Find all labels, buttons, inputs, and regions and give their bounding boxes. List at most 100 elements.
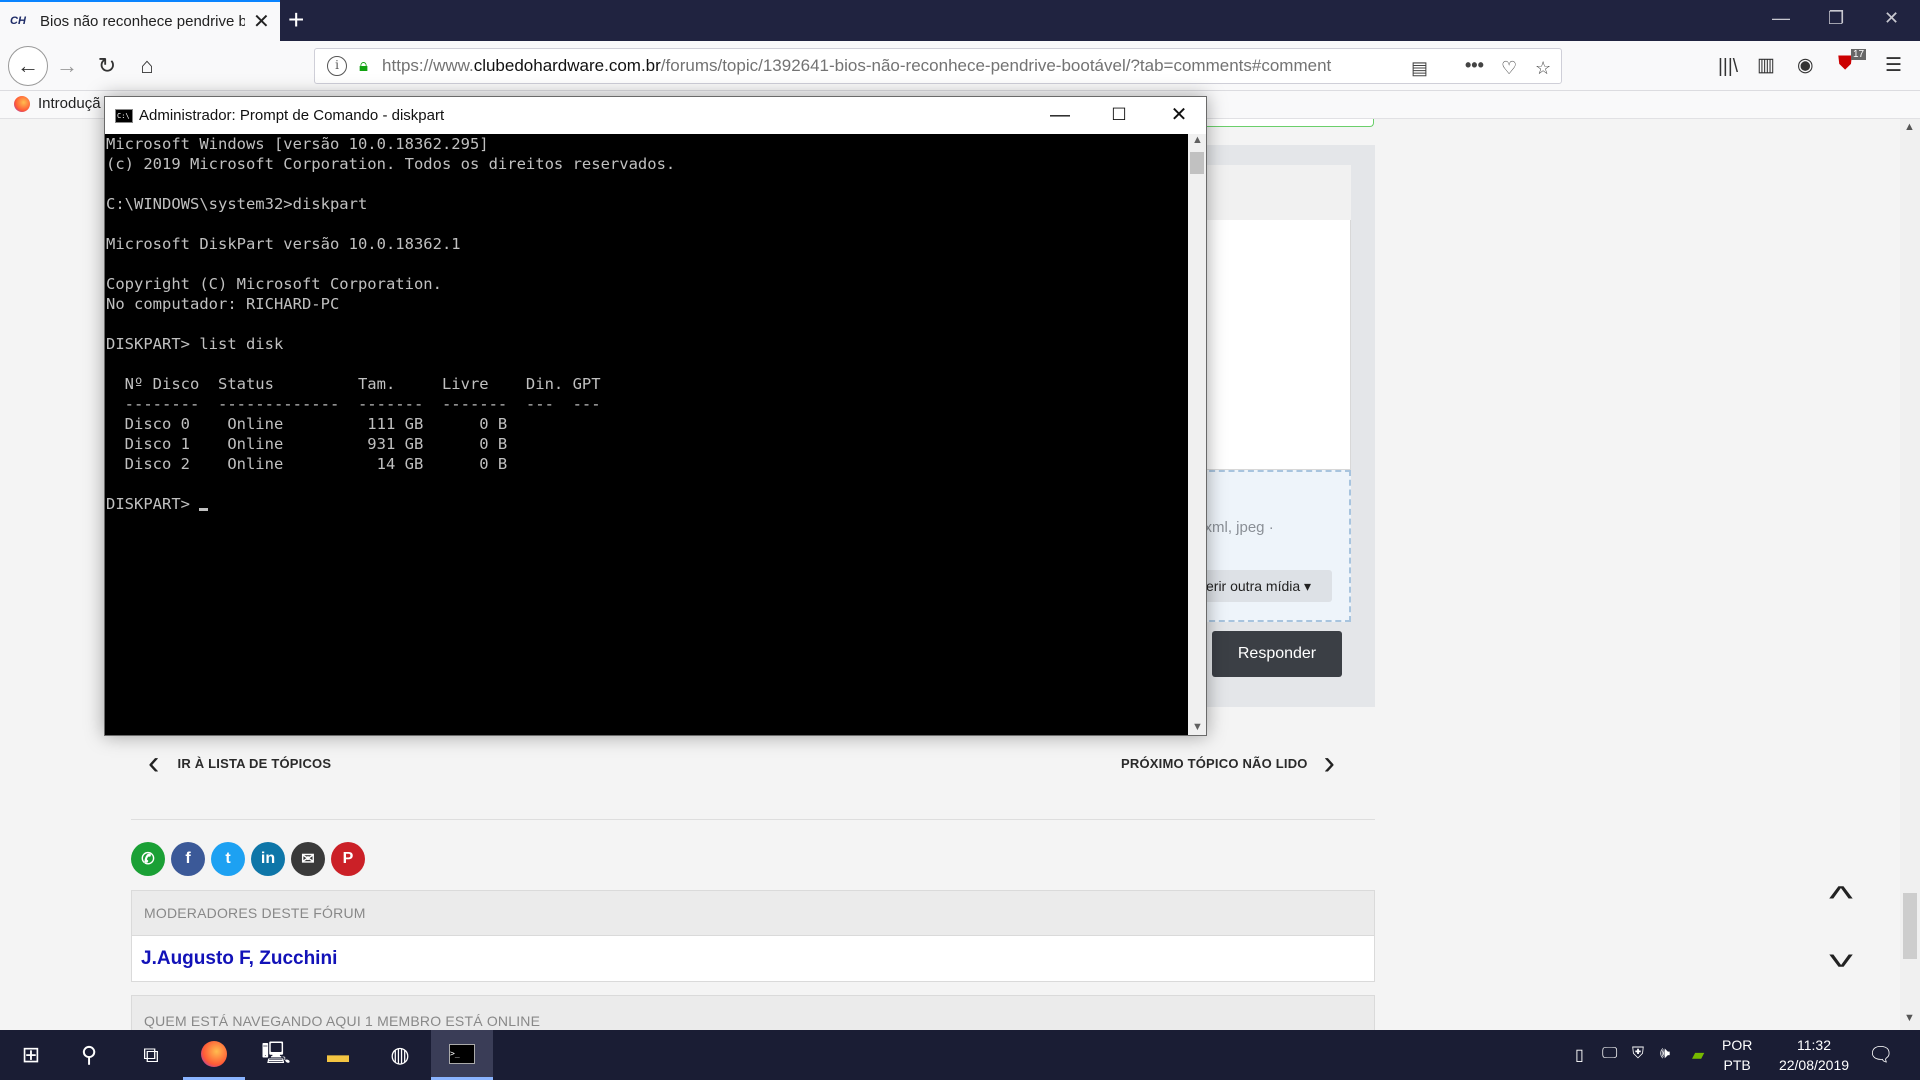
twitter-share-icon[interactable]: t: [211, 842, 245, 876]
taskbar-steam[interactable]: ◍: [369, 1030, 431, 1080]
folder-icon: ▬: [327, 1042, 349, 1067]
cmd-minimize-button[interactable]: —: [1035, 101, 1085, 131]
chevron-left-icon: ‹: [148, 744, 160, 782]
scroll-down-icon[interactable]: ▼: [1192, 721, 1203, 733]
divider: [131, 819, 1375, 820]
arrow-right-icon: →: [56, 53, 78, 78]
reply-button[interactable]: Responder: [1212, 631, 1342, 677]
taskbar-command-prompt[interactable]: >_: [431, 1030, 493, 1080]
task-view-button[interactable]: ⧉: [120, 1030, 182, 1080]
close-browser-icon[interactable]: ✕: [1884, 8, 1899, 29]
moderators-header: MODERADORES DESTE FÓRUM: [132, 891, 1374, 936]
url-path: /forums/topic/1392641-bios-não-reconhece…: [660, 56, 1332, 75]
cmd-close-button[interactable]: ✕: [1154, 101, 1204, 131]
taskbar-firefox[interactable]: [183, 1030, 245, 1080]
reload-icon: ↻: [97, 53, 117, 78]
scroll-to-top-icon[interactable]: ^: [1829, 880, 1853, 919]
cmd-window-title: Administrador: Prompt de Comando - diskp…: [139, 107, 445, 124]
windows-logo-icon: ⊞: [21, 1042, 41, 1067]
more-actions-icon[interactable]: •••: [1465, 55, 1484, 76]
back-to-topics-label: IR À LISTA DE TÓPICOS: [177, 755, 332, 771]
console-output[interactable]: Microsoft Windows [versão 10.0.18362.295…: [105, 134, 1188, 735]
clock-date: 22/08/2019: [1778, 1057, 1850, 1073]
scroll-up-icon[interactable]: ▲: [1904, 121, 1915, 133]
scroll-down-icon[interactable]: ▼: [1904, 1012, 1915, 1024]
site-info-icon[interactable]: i: [327, 56, 347, 76]
cmd-scrollbar[interactable]: ▲ ▼: [1188, 134, 1206, 735]
browser-tab-bar: CH Bios não reconhece pendrive b ✕ + — ❐…: [0, 0, 1920, 41]
search-button[interactable]: ⚲: [58, 1030, 120, 1080]
nvidia-icon[interactable]: ▰: [1692, 1045, 1704, 1065]
input-language[interactable]: POR PTB: [1722, 1035, 1752, 1075]
scroll-to-bottom-icon[interactable]: ^: [1829, 934, 1853, 973]
start-button[interactable]: ⊞: [0, 1030, 62, 1080]
next-unread-topic-link[interactable]: PRÓXIMO TÓPICO NÃO LIDO ›: [1121, 744, 1336, 782]
facebook-share-icon[interactable]: f: [171, 842, 205, 876]
forward-button[interactable]: →: [50, 49, 84, 83]
insert-media-button[interactable]: erir outra mídia ▾: [1200, 570, 1332, 602]
scroll-up-icon[interactable]: ▲: [1192, 134, 1203, 146]
console-line: Disco 0 Online 111 GB 0 B: [106, 415, 508, 433]
reader-view-icon[interactable]: ▤: [1411, 58, 1428, 79]
network-icon[interactable]: 🖵: [1602, 1045, 1617, 1063]
reload-button[interactable]: ↻: [90, 49, 124, 83]
firefox-icon: [14, 95, 30, 112]
page-scrollbar[interactable]: ▲ ▼: [1900, 119, 1920, 1030]
url-text[interactable]: https://www.clubedohardware.com.br/forum…: [382, 56, 1372, 76]
console-line: Disco 2 Online 14 GB 0 B: [106, 455, 508, 473]
email-share-icon[interactable]: ✉: [291, 842, 325, 876]
console-line: -------- ------------- ------- ------- -…: [106, 395, 601, 413]
moderator-link[interactable]: Zucchini: [259, 948, 337, 969]
restore-browser-icon[interactable]: ❐: [1828, 8, 1844, 29]
cmd-app-icon: C:\: [115, 109, 133, 123]
minimize-browser-icon[interactable]: —: [1772, 8, 1790, 29]
linkedin-share-icon[interactable]: in: [251, 842, 285, 876]
back-to-topics-link[interactable]: ‹ IR À LISTA DE TÓPICOS: [148, 744, 332, 782]
bookmark-star-icon[interactable]: ☆: [1535, 58, 1551, 79]
menu-icon[interactable]: ☰: [1885, 54, 1902, 77]
cmd-maximize-button[interactable]: ☐: [1094, 101, 1144, 131]
browser-tab[interactable]: CH Bios não reconhece pendrive b ✕: [0, 0, 280, 41]
home-button[interactable]: ⌂: [130, 49, 164, 83]
page-scrollbar-thumb[interactable]: [1903, 893, 1917, 959]
moderator-link[interactable]: J.Augusto F: [141, 948, 249, 969]
notifications-icon[interactable]: 🗨: [1868, 1042, 1893, 1067]
taskbar-computer[interactable]: 🖳: [245, 1030, 307, 1080]
console-line: Copyright (C) Microsoft Corporation.: [106, 275, 442, 293]
search-icon: ⚲: [80, 1042, 98, 1067]
bookmark-item[interactable]: Introduçã: [14, 95, 101, 112]
close-tab-icon[interactable]: ✕: [253, 9, 270, 34]
chevron-right-icon: ›: [1323, 744, 1336, 782]
console-line: DISKPART>: [106, 494, 1188, 514]
library-icon[interactable]: |||\: [1718, 56, 1738, 78]
navigation-toolbar: ← → ↻ ⌂ i 🔒︎ https://www.clubedohardware…: [0, 41, 1920, 91]
clock-time: 11:32: [1797, 1037, 1831, 1053]
usb-device-icon[interactable]: ▯: [1575, 1045, 1584, 1065]
new-tab-button[interactable]: +: [288, 4, 304, 36]
system-clock[interactable]: 11:32 22/08/2019: [1764, 1035, 1864, 1075]
task-view-icon: ⧉: [143, 1042, 159, 1067]
back-button[interactable]: ←: [8, 46, 48, 86]
command-prompt-window[interactable]: C:\ Administrador: Prompt de Comando - d…: [104, 96, 1207, 736]
cmd-title-bar[interactable]: C:\ Administrador: Prompt de Comando - d…: [105, 97, 1206, 134]
url-prefix: https://www.: [382, 56, 474, 75]
volume-icon[interactable]: 🕪: [1660, 1045, 1670, 1063]
console-line: Disco 1 Online 931 GB 0 B: [106, 435, 508, 453]
pocket-icon[interactable]: ♡: [1501, 58, 1517, 79]
console-line: Microsoft DiskPart versão 10.0.18362.1: [106, 235, 461, 253]
taskbar-file-explorer[interactable]: ▬: [307, 1030, 369, 1080]
security-shield-icon[interactable]: ⛨: [1632, 1045, 1644, 1063]
lock-icon[interactable]: 🔒︎: [359, 56, 368, 76]
whatsapp-share-icon[interactable]: ✆: [131, 842, 165, 876]
address-bar[interactable]: i 🔒︎ https://www.clubedohardware.com.br/…: [314, 48, 1562, 84]
sidebar-icon[interactable]: ▥: [1757, 54, 1775, 77]
pinterest-share-icon[interactable]: P: [331, 842, 365, 876]
account-icon[interactable]: ◉: [1797, 54, 1814, 77]
cmd-scrollbar-thumb[interactable]: [1190, 152, 1204, 174]
moderators-box: MODERADORES DESTE FÓRUM J.Augusto F, Zuc…: [131, 890, 1375, 982]
